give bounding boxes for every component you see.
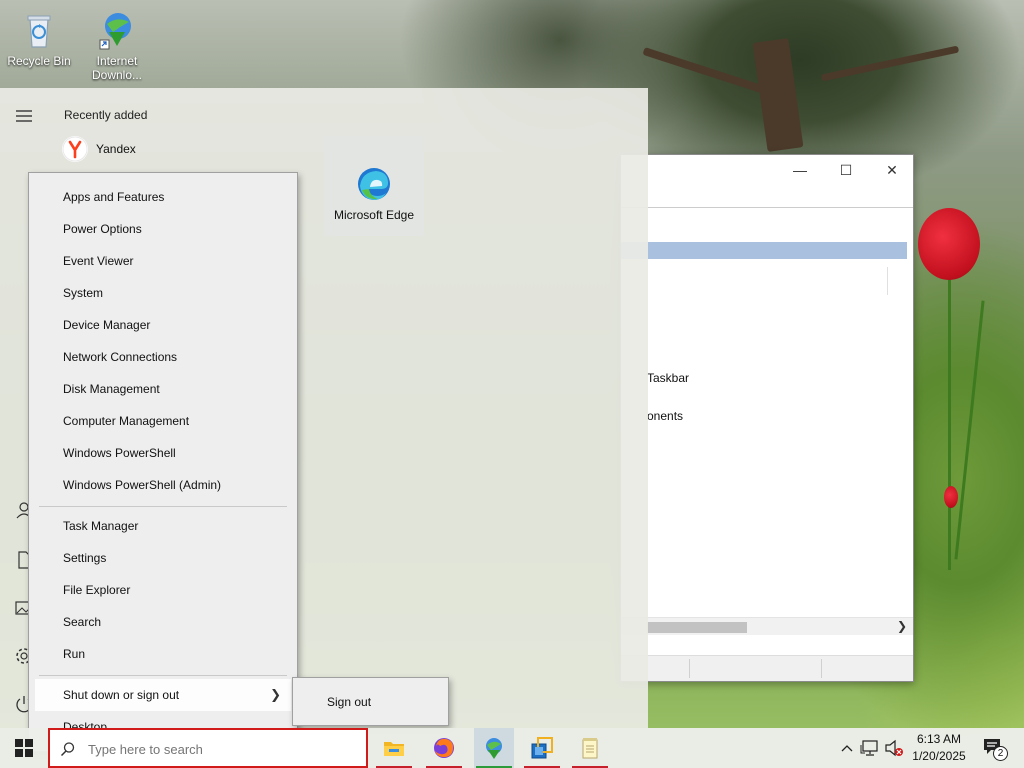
desktop-icon-label: Recycle Bin (7, 54, 71, 68)
network-status-button[interactable] (858, 728, 882, 768)
shutdown-submenu: Sign out (292, 677, 449, 726)
menu-item-device-manager[interactable]: Device Manager (35, 309, 291, 341)
search-input[interactable] (88, 739, 348, 759)
background-window[interactable]: — ☐ ✕ Taskbar onents ❯ (620, 154, 914, 682)
maximize-button[interactable]: ☐ (823, 155, 869, 185)
notifications-icon: 2 (982, 737, 1008, 761)
virtualbox-icon (531, 737, 553, 759)
menu-item-label: Shut down or sign out (63, 688, 180, 702)
menu-item-power-options[interactable]: Power Options (35, 213, 291, 245)
yandex-icon (62, 136, 88, 162)
app-list-item-yandex[interactable]: Yandex (62, 136, 136, 162)
volume-muted-icon (885, 739, 903, 757)
taskbar: 6:13 AM 1/20/2025 2 (0, 728, 1024, 768)
close-icon: ✕ (886, 161, 898, 178)
edge-icon (324, 166, 424, 205)
tree-branch (820, 45, 960, 82)
horizontal-scrollbar[interactable]: ❯ (621, 617, 913, 635)
scrollbar-thumb[interactable] (647, 622, 747, 633)
submenu-item-sign-out[interactable]: Sign out (297, 686, 444, 718)
status-divider (821, 659, 822, 678)
flower-stem (948, 270, 951, 570)
internet-download-manager-icon (97, 10, 137, 50)
chevron-up-icon (841, 745, 853, 752)
recycle-bin-icon (19, 10, 59, 50)
taskbar-app-virtualbox[interactable] (522, 728, 562, 768)
menu-item-network-connections[interactable]: Network Connections (35, 341, 291, 373)
menu-item-task-manager[interactable]: Task Manager (35, 510, 291, 542)
status-bar (621, 655, 913, 681)
network-icon (860, 740, 878, 756)
clock-time: 6:13 AM (916, 732, 962, 746)
file-explorer-icon (384, 742, 404, 756)
desktop-icon-internet-download-manager[interactable]: Internet Downlo... (79, 10, 155, 82)
menu-item-disk-management[interactable]: Disk Management (35, 373, 291, 405)
clock-date: 1/20/2025 (912, 749, 966, 763)
flower-stem (954, 300, 985, 560)
search-icon (60, 742, 75, 757)
menu-item-event-viewer[interactable]: Event Viewer (35, 245, 291, 277)
tile-label: Microsoft Edge (333, 208, 415, 222)
menu-item-run[interactable]: Run (35, 638, 291, 670)
taskbar-app-notepad[interactable] (570, 728, 610, 768)
taskbar-app-file-explorer[interactable] (374, 728, 414, 768)
show-hidden-icons-button[interactable] (836, 728, 858, 768)
power-user-menu: Apps and Features Power Options Event Vi… (28, 172, 298, 752)
menu-item-search[interactable]: Search (35, 606, 291, 638)
firefox-icon (434, 738, 454, 758)
selected-list-row[interactable] (621, 242, 907, 259)
red-bud (944, 486, 958, 508)
desktop-icon-label: Internet Downlo... (91, 54, 143, 82)
menu-item-computer-management[interactable]: Computer Management (35, 405, 291, 437)
close-button[interactable]: ✕ (869, 155, 915, 185)
volume-button[interactable] (882, 728, 906, 768)
menu-item-windows-powershell[interactable]: Windows PowerShell (35, 437, 291, 469)
column-divider (887, 267, 888, 295)
desktop-icon-recycle-bin[interactable]: Recycle Bin (1, 10, 77, 68)
scroll-right-icon[interactable]: ❯ (897, 619, 907, 633)
list-item[interactable]: onents (647, 409, 683, 423)
window-titlebar[interactable]: — ☐ ✕ (621, 155, 913, 185)
list-item[interactable]: Taskbar (647, 371, 689, 385)
taskbar-app-firefox[interactable] (424, 728, 464, 768)
app-list-item-label: Yandex (96, 142, 136, 156)
window-divider (621, 207, 913, 208)
windows-logo-icon (15, 739, 33, 757)
status-divider (689, 659, 690, 678)
notification-count-badge: 2 (993, 746, 1008, 761)
minimize-icon: — (793, 162, 807, 178)
menu-item-system[interactable]: System (35, 277, 291, 309)
taskbar-clock[interactable]: 6:13 AM 1/20/2025 (904, 731, 974, 765)
menu-item-apps-and-features[interactable]: Apps and Features (35, 181, 291, 213)
menu-item-file-explorer[interactable]: File Explorer (35, 574, 291, 606)
action-center-button[interactable]: 2 (978, 728, 1008, 768)
internet-download-manager-icon (486, 738, 502, 759)
taskbar-app-internet-download-manager[interactable] (474, 728, 514, 768)
chevron-right-icon: ❯ (270, 687, 281, 702)
minimize-button[interactable]: — (777, 155, 823, 185)
maximize-icon: ☐ (839, 161, 853, 178)
taskbar-search-box[interactable] (48, 728, 368, 768)
menu-item-windows-powershell-admin[interactable]: Windows PowerShell (Admin) (35, 469, 291, 501)
start-button[interactable] (0, 728, 48, 768)
menu-item-settings[interactable]: Settings (35, 542, 291, 574)
hamburger-menu-icon[interactable] (14, 106, 34, 126)
menu-separator (39, 675, 287, 676)
tile-microsoft-edge[interactable]: Microsoft Edge (324, 136, 424, 236)
menu-separator (39, 506, 287, 507)
menu-item-shut-down-or-sign-out[interactable]: Shut down or sign out ❯ (35, 679, 291, 711)
red-flower (918, 208, 980, 280)
notepad-icon (582, 738, 598, 759)
recently-added-header: Recently added (64, 108, 148, 122)
